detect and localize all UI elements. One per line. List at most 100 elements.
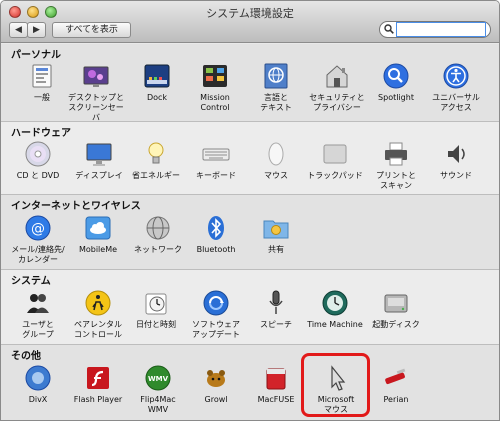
section-title-other: その他: [11, 351, 41, 362]
pane-label: 共有: [268, 245, 284, 254]
pane-time-machine[interactable]: Time Machine: [304, 288, 366, 330]
pane-label: 日付と時刻: [136, 320, 176, 329]
pane-date-time[interactable]: 日付と時刻: [125, 288, 187, 330]
pane-label: 起動ディスク: [372, 320, 420, 329]
trackpad-icon: [323, 144, 347, 164]
window-title: システム環境設定: [206, 7, 294, 20]
dock-icon: [144, 64, 170, 88]
section-title-hardware: ハードウェア: [11, 128, 71, 139]
back-button[interactable]: ◀: [9, 22, 28, 38]
flip4mac-icon: WMV: [145, 365, 171, 391]
pane-label: セキュリティと プライバシー: [309, 93, 365, 112]
pane-label: 言語と テキスト: [260, 93, 292, 112]
section-personal: パーソナル 一般 デスクトップと スクリーンセーバ Dock Mission C…: [1, 44, 499, 123]
pane-cd-dvd[interactable]: CD と DVD: [7, 139, 69, 181]
pane-universal-access[interactable]: ユニバーサル アクセス: [425, 61, 487, 113]
desktop-screensaver-icon: [83, 66, 109, 87]
pane-label: Time Machine: [307, 320, 363, 329]
time-machine-icon: [322, 290, 348, 316]
pane-mission-control[interactable]: Mission Control: [184, 61, 246, 113]
pane-sound[interactable]: サウンド: [425, 139, 487, 181]
section-title-internet: インターネットとワイヤレス: [11, 201, 141, 212]
pane-speech[interactable]: スピーチ: [245, 288, 307, 330]
pane-label: Flash Player: [73, 395, 123, 404]
pane-label: ペアレンタル コントロール: [74, 320, 122, 339]
pane-sharing[interactable]: 共有: [245, 213, 307, 255]
pane-label: MobileMe: [78, 245, 118, 254]
section-hardware: ハードウェア CD と DVD ディスプレイ 省エネルギー キーボード マウス …: [1, 122, 499, 194]
flash-player-icon: [87, 367, 109, 389]
pane-label: DivX: [28, 395, 48, 404]
macfuse-icon: [266, 368, 286, 390]
highlight-box: [301, 353, 370, 417]
section-internet-wireless: インターネットとワイヤレス @ メール/連絡先/ カレンダー MobileMe: [1, 195, 499, 269]
pane-label: マウス: [264, 171, 288, 180]
pane-label: Flip4Mac WMV: [140, 395, 176, 414]
pane-label: サウンド: [440, 171, 472, 180]
sound-icon: [448, 145, 465, 163]
pane-label: ネットワーク: [134, 245, 182, 254]
pane-mobileme[interactable]: MobileMe: [67, 213, 129, 255]
pane-security-privacy[interactable]: セキュリティと プライバシー: [306, 61, 368, 113]
search-icon: [384, 24, 394, 34]
pane-trackpad[interactable]: トラックパッド: [304, 139, 366, 181]
pane-label: デスクトップと スクリーンセーバ: [68, 93, 124, 122]
pane-label: メール/連絡先/ カレンダー: [11, 245, 65, 264]
pane-network[interactable]: ネットワーク: [127, 213, 189, 255]
energy-saver-icon: [148, 142, 164, 164]
pane-bluetooth[interactable]: Bluetooth: [185, 213, 247, 255]
startup-disk-icon: [384, 294, 408, 313]
pane-label: スピーチ: [260, 320, 292, 329]
pane-label: ユニバーサル アクセス: [432, 93, 480, 112]
pane-label: Bluetooth: [196, 245, 236, 254]
pane-mouse[interactable]: マウス: [245, 139, 307, 181]
pane-label: Dock: [146, 93, 168, 102]
pane-label: プリントと スキャン: [376, 171, 416, 190]
pane-keyboard[interactable]: キーボード: [185, 139, 247, 181]
spotlight-icon: [383, 63, 409, 89]
section-title-personal: パーソナル: [11, 50, 61, 61]
pane-label: ソフトウェア アップデート: [192, 320, 240, 339]
show-all-button[interactable]: すべてを表示: [52, 22, 131, 38]
search-field[interactable]: [379, 21, 491, 38]
pane-parental-controls[interactable]: ペアレンタル コントロール: [67, 288, 129, 340]
mission-control-icon: [203, 65, 227, 87]
date-time-icon: [145, 293, 167, 315]
pane-label: MacFUSE: [257, 395, 295, 404]
pane-label: Perian: [383, 395, 409, 404]
pane-flash-player[interactable]: Flash Player: [67, 363, 129, 405]
pane-mail-contacts-calendar[interactable]: @ メール/連絡先/ カレンダー: [7, 213, 69, 265]
cd-dvd-icon: [25, 141, 51, 167]
pane-macfuse[interactable]: MacFUSE: [245, 363, 307, 405]
pane-general[interactable]: 一般: [11, 61, 73, 103]
perian-icon: [385, 368, 406, 385]
pane-print-scan[interactable]: プリントと スキャン: [365, 139, 427, 191]
pane-dock[interactable]: Dock: [126, 61, 188, 103]
pane-flip4mac[interactable]: WMV Flip4Mac WMV: [127, 363, 189, 415]
pane-growl[interactable]: Growl: [185, 363, 247, 405]
section-system: システム ユーザと グループ ペアレンタル コントロール 日付と時刻 ソフトウェ…: [1, 270, 499, 344]
search-input[interactable]: [396, 22, 486, 37]
section-other: その他 DivX Flash Player WMV Flip4Mac WMV G…: [1, 345, 499, 420]
pane-label: Growl: [204, 395, 228, 404]
svg-text:@: @: [31, 221, 45, 237]
pane-software-update[interactable]: ソフトウェア アップデート: [185, 288, 247, 340]
divx-icon: [25, 365, 51, 391]
pane-spotlight[interactable]: Spotlight: [365, 61, 427, 103]
pane-language-text[interactable]: 言語と テキスト: [245, 61, 307, 113]
pane-startup-disk[interactable]: 起動ディスク: [365, 288, 427, 330]
pane-display[interactable]: ディスプレイ: [68, 139, 130, 181]
pane-energy-saver[interactable]: 省エネルギー: [125, 139, 187, 181]
pane-label: ディスプレイ: [75, 171, 123, 180]
svg-text:WMV: WMV: [148, 375, 169, 383]
pane-label: Mission Control: [200, 93, 230, 112]
forward-button[interactable]: ▶: [27, 22, 46, 38]
pane-perian[interactable]: Perian: [365, 363, 427, 405]
pane-users-groups[interactable]: ユーザと グループ: [7, 288, 69, 340]
pane-label: 一般: [34, 93, 50, 102]
pane-desktop-screensaver[interactable]: デスクトップと スクリーンセーバ: [65, 61, 127, 123]
pane-divx[interactable]: DivX: [7, 363, 69, 405]
parental-controls-icon: [85, 290, 111, 316]
mail-contacts-calendar-icon: @: [25, 215, 51, 241]
system-preferences-window: システム環境設定 ◀ ▶ すべてを表示 パーソナル 一般 デスクトップと スクリ…: [0, 0, 500, 421]
